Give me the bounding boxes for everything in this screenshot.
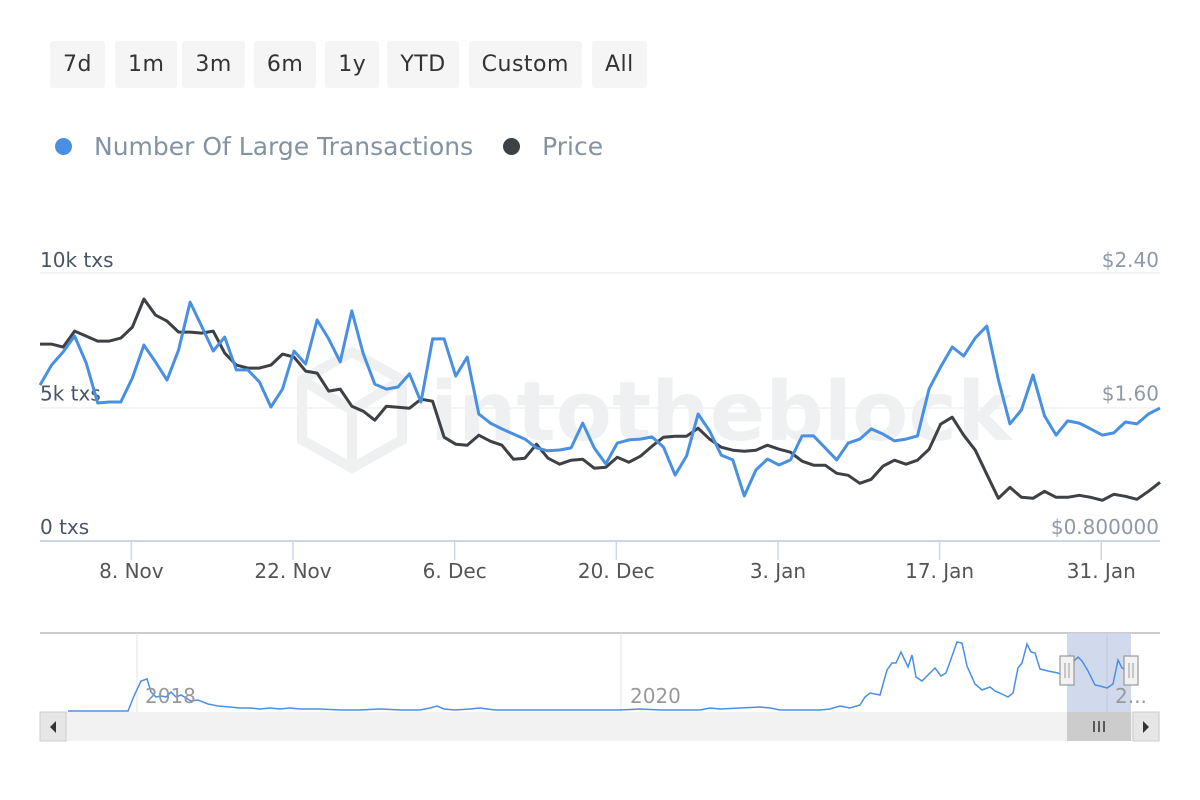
scrollbar-left-button[interactable]: [39, 711, 67, 742]
range-button-1m[interactable]: 1m: [114, 41, 178, 88]
x-tick-label: 17. Jan: [905, 559, 974, 583]
legend-dot-icon: [55, 138, 72, 155]
chart-legend: Number Of Large Transactions Price: [55, 132, 633, 161]
y-right-tick-label: $1.60: [1102, 382, 1159, 406]
y-right-tick-label: $0.800000: [1051, 515, 1159, 539]
scroll-thumb-grip-icon: [1093, 721, 1105, 732]
range-button-6m[interactable]: 6m: [253, 41, 317, 88]
x-tick-label: 8. Nov: [99, 559, 164, 583]
watermark: intotheblock: [297, 346, 1014, 474]
x-tick-label: 3. Jan: [750, 559, 806, 583]
navigator-label-2018: 2018: [145, 684, 196, 708]
range-button-1y[interactable]: 1y: [325, 41, 380, 88]
x-axis: 8. Nov 22. Nov 6. Dec 20. Dec 3. Jan 17. Jan 3…: [99, 541, 1136, 583]
y-axis-left: 0 txs 5k txs 10k txs: [40, 248, 114, 539]
navigator[interactable]: 2018 2020 2...: [40, 632, 1160, 712]
legend-dot-icon: [503, 138, 521, 155]
navigator-series-line: [68, 641, 1128, 712]
range-button-3m[interactable]: 3m: [182, 41, 245, 88]
legend-label: Price: [542, 132, 604, 161]
navigator-handle-left[interactable]: [1059, 655, 1075, 686]
legend-label: Number Of Large Transactions: [94, 132, 474, 161]
scrollbar-right-button[interactable]: [1132, 711, 1160, 742]
watermark-text: intotheblock: [430, 365, 1014, 460]
range-button-ytd[interactable]: YTD: [387, 41, 459, 88]
range-button-7d[interactable]: 7d: [50, 41, 105, 88]
scroll-left-icon: [50, 721, 56, 733]
navigator-handle-right[interactable]: [1123, 655, 1139, 686]
range-selector: 7d 1m 3m 6m 1y YTD Custom All: [50, 41, 657, 88]
legend-item-large-transactions[interactable]: Number Of Large Transactions: [55, 132, 473, 161]
watermark-logo-icon: [297, 346, 407, 474]
range-button-all[interactable]: All: [591, 41, 647, 88]
y-left-tick-label: 0 txs: [40, 515, 89, 539]
scrollbar-thumb[interactable]: [1067, 712, 1131, 741]
y-axis-right: $0.800000 $1.60 $2.40: [1051, 248, 1159, 539]
y-left-tick-label: 10k txs: [40, 248, 114, 272]
range-button-custom[interactable]: Custom: [468, 41, 582, 88]
x-tick-label: 31. Jan: [1067, 559, 1136, 583]
series-line-large-transactions[interactable]: [38, 300, 1161, 498]
x-tick-label: 20. Dec: [578, 559, 655, 583]
scrollbar[interactable]: [39, 711, 1160, 742]
x-tick-label: 22. Nov: [254, 559, 331, 583]
y-left-tick-label: 5k txs: [40, 382, 101, 406]
scroll-right-icon: [1143, 721, 1149, 733]
navigator-selected-range[interactable]: [1067, 633, 1131, 712]
x-tick-label: 6. Dec: [423, 559, 487, 583]
legend-item-price[interactable]: Price: [503, 132, 603, 161]
navigator-label-2020: 2020: [630, 684, 681, 708]
main-chart[interactable]: intotheblock 0 txs 5k txs 10k txs $0.80000…: [0, 0, 1200, 800]
series-line-price[interactable]: [40, 297, 1161, 502]
navigator-label-2022: 2...: [1115, 684, 1147, 708]
series-group: [38, 297, 1161, 502]
y-right-tick-label: $2.40: [1102, 248, 1159, 272]
scrollbar-track[interactable]: [40, 712, 1160, 741]
